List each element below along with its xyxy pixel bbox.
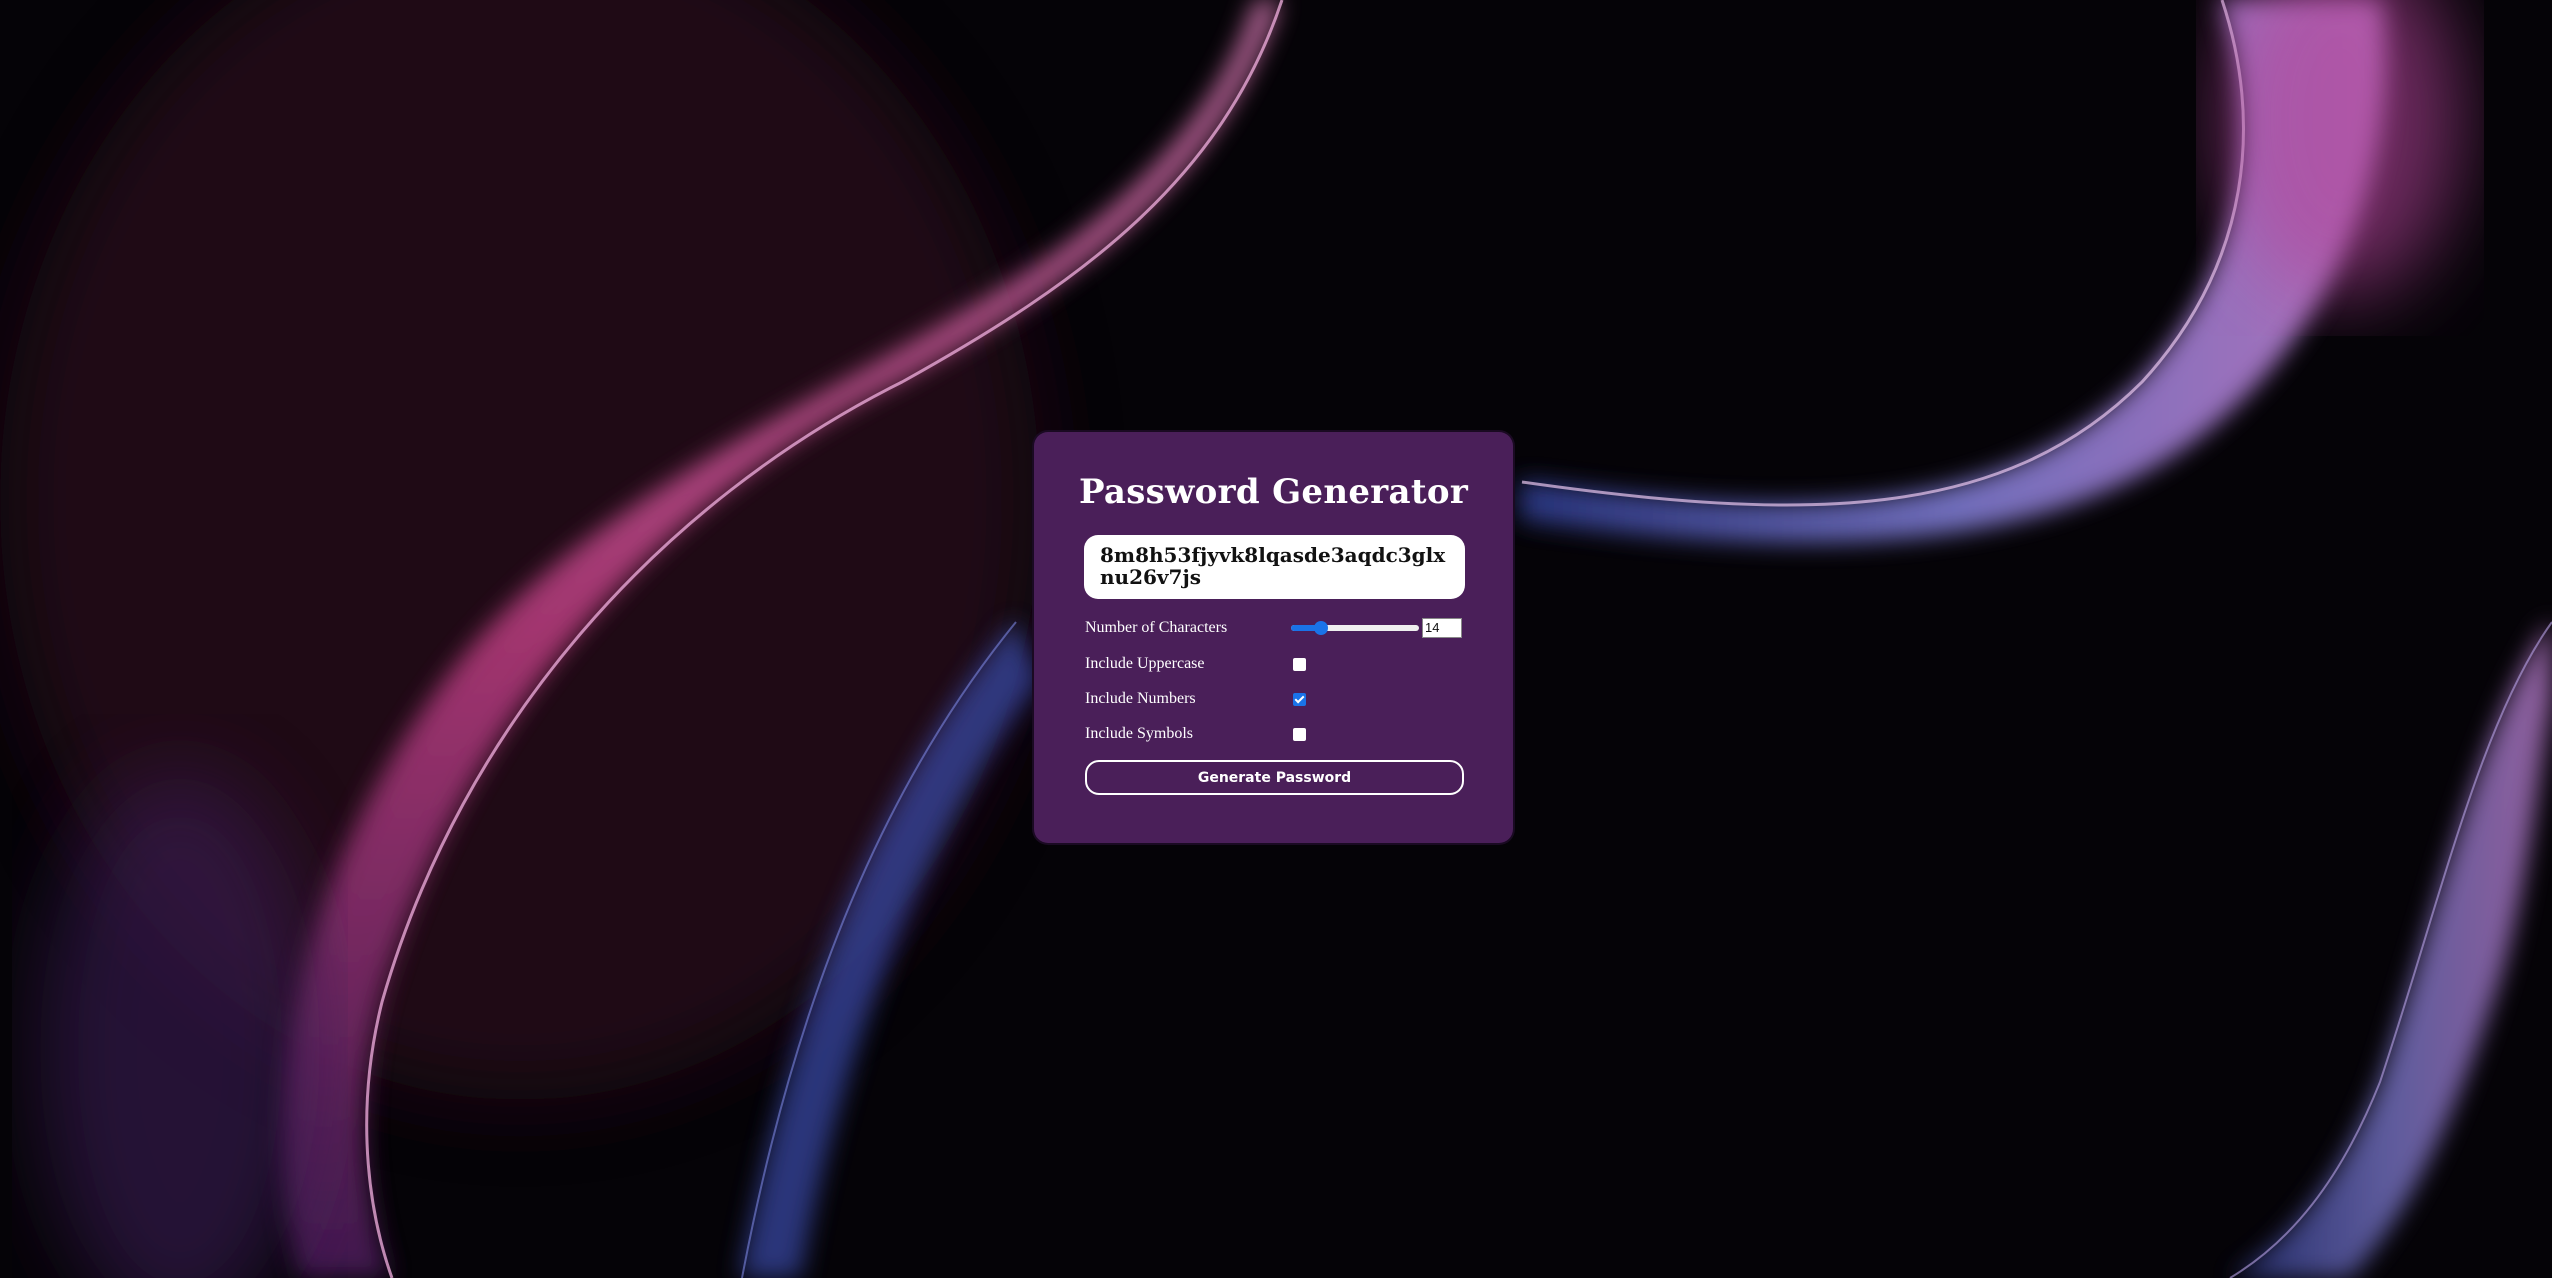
numbers-row: Include Numbers xyxy=(1085,686,1465,712)
length-row: Number of Characters 14 xyxy=(1085,615,1465,641)
uppercase-checkbox[interactable] xyxy=(1293,657,1306,671)
length-label: Number of Characters xyxy=(1085,619,1228,636)
slider-thumb[interactable] xyxy=(1314,621,1328,635)
symbols-checkbox[interactable] xyxy=(1293,727,1306,741)
numbers-label: Include Numbers xyxy=(1085,690,1196,707)
page-title: Password Generator xyxy=(1078,472,1469,512)
uppercase-row: Include Uppercase xyxy=(1085,651,1465,677)
uppercase-label: Include Uppercase xyxy=(1085,655,1205,672)
password-output[interactable]: 8m8h53fjyvk8lqasde3aqdc3glxnu26v7js xyxy=(1084,535,1465,599)
symbols-row: Include Symbols xyxy=(1085,721,1465,747)
length-number-input[interactable]: 14 xyxy=(1422,618,1462,638)
generate-password-button[interactable]: Generate Password xyxy=(1085,760,1464,795)
symbols-label: Include Symbols xyxy=(1085,725,1193,742)
length-slider[interactable] xyxy=(1291,619,1419,637)
numbers-checkbox[interactable] xyxy=(1293,692,1306,706)
password-generator-card: Password Generator 8m8h53fjyvk8lqasde3aq… xyxy=(1034,432,1513,843)
